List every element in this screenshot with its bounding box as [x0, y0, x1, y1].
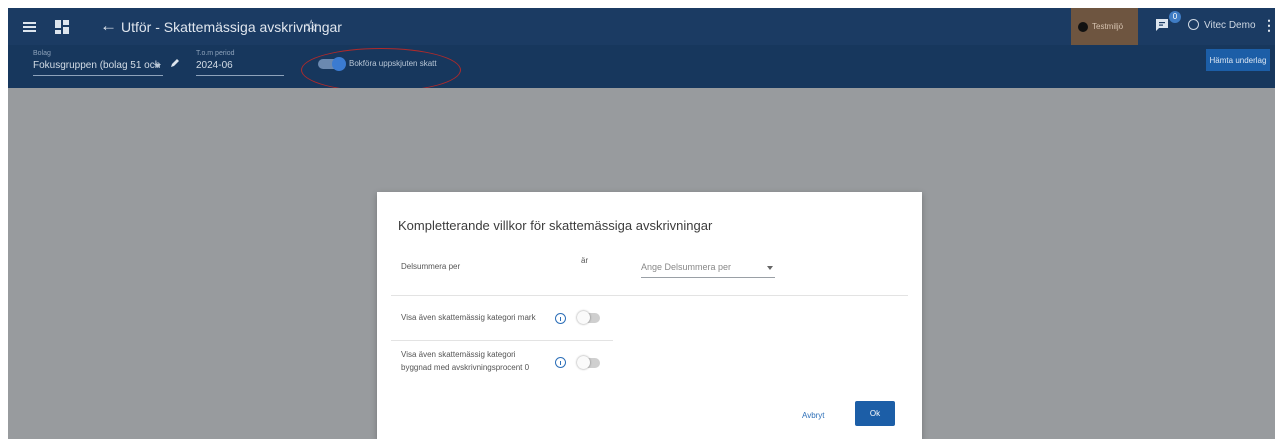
user-name: Vitec Demo	[1204, 20, 1256, 31]
chevron-down-icon	[154, 64, 161, 68]
cancel-button[interactable]: Avbryt	[802, 411, 825, 420]
period-input-value: 2024-06	[196, 60, 233, 71]
subtotal-select[interactable]: Ange Delsummera per	[641, 260, 775, 278]
info-dot-icon	[1078, 21, 1088, 32]
top-app-bar: ← Utför - Skattemässiga avskrivningar ☆ …	[8, 8, 1275, 45]
annotation-circle	[301, 48, 461, 92]
period-field-label: T.o.m period	[196, 50, 235, 57]
more-options-icon[interactable]: ⋮	[1262, 17, 1275, 34]
subtotal-qualifier: är	[581, 256, 589, 265]
favorite-star-icon[interactable]: ☆	[304, 16, 318, 36]
toggle-knob	[577, 356, 590, 369]
info-icon[interactable]	[555, 313, 566, 324]
subtotal-select-placeholder: Ange Delsummera per	[641, 262, 732, 272]
notification-badge: 0	[1169, 11, 1181, 23]
company-select-value: Fokusgruppen (bolag 51 och	[33, 60, 161, 71]
filter-toolbar: Bolag Fokusgruppen (bolag 51 och T.o.m p…	[8, 45, 1275, 92]
info-icon[interactable]	[555, 357, 566, 368]
period-input-underline	[196, 75, 284, 76]
edit-pencil-icon[interactable]	[170, 58, 180, 68]
ok-button[interactable]: Ok	[855, 401, 895, 426]
chevron-down-icon	[767, 266, 773, 270]
option-divider	[391, 340, 613, 341]
option-land-label: Visa även skattemässig kategori mark	[401, 313, 536, 322]
company-select-underline	[33, 75, 163, 76]
user-menu[interactable]: Vitec Demo	[1188, 19, 1256, 31]
option-land-toggle[interactable]	[577, 311, 600, 324]
chat-icon[interactable]	[1155, 18, 1169, 32]
menu-icon[interactable]	[20, 17, 40, 37]
dashboard-icon[interactable]	[52, 17, 72, 37]
dialog-title: Kompletterande villkor för skattemässiga…	[398, 218, 713, 233]
environment-badge-label: Testmiljö	[1092, 22, 1124, 31]
conditions-dialog: Kompletterande villkor för skattemässiga…	[377, 192, 922, 439]
option-building-label-line2: byggnad med avskrivningsprocent 0	[401, 363, 530, 372]
back-arrow-icon[interactable]: ←	[100, 16, 117, 36]
app-window: ← Utför - Skattemässiga avskrivningar ☆ …	[8, 8, 1275, 439]
subtotal-label: Delsummera per	[401, 262, 461, 271]
environment-badge: Testmiljö	[1071, 8, 1138, 45]
account-icon	[1188, 19, 1199, 30]
option-building-label-line1: Visa även skattemässig kategori	[401, 350, 516, 359]
fetch-data-button[interactable]: Hämta underlag	[1206, 49, 1270, 71]
option-building-toggle[interactable]	[577, 356, 600, 369]
toggle-knob	[577, 311, 590, 324]
section-divider	[391, 295, 908, 296]
company-field-label: Bolag	[33, 50, 51, 57]
